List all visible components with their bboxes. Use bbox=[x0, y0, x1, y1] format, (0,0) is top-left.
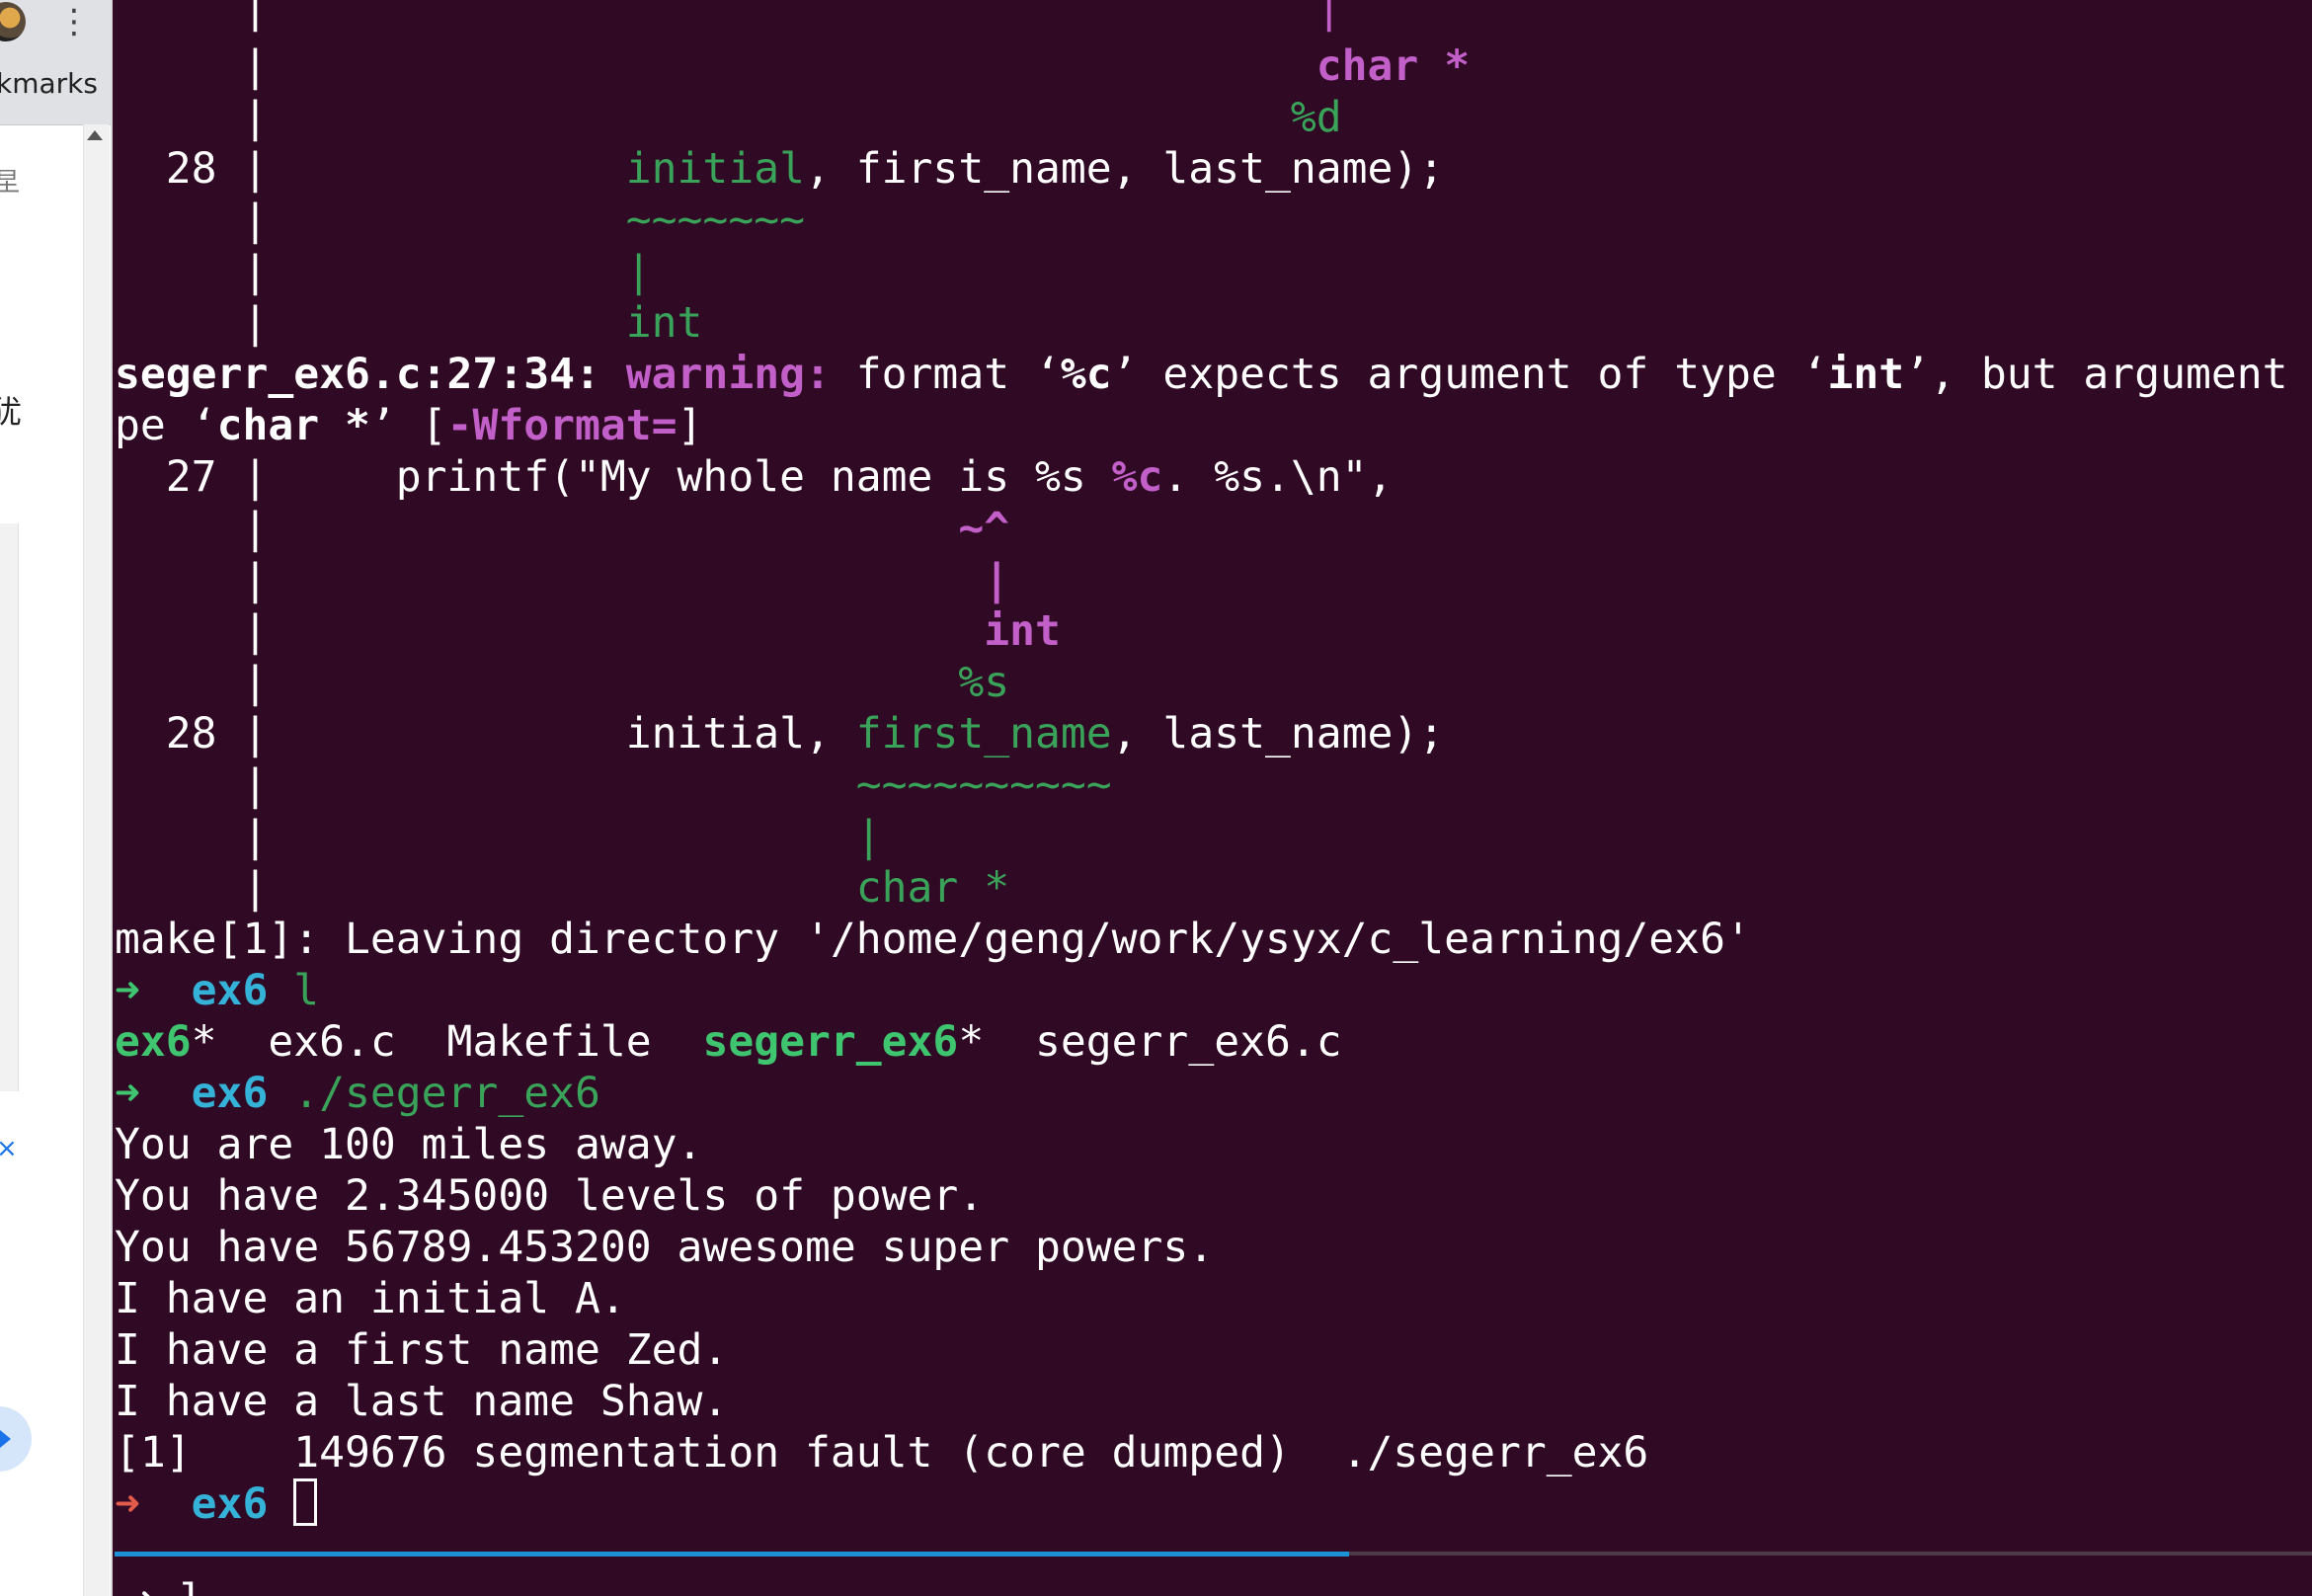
browser-toolbar: ⋮ kmarks bbox=[0, 0, 111, 125]
page-panel bbox=[0, 523, 19, 1091]
floating-action-button[interactable] bbox=[0, 1406, 32, 1472]
prompt-arrow: ➜ bbox=[115, 1069, 192, 1118]
profile-avatar[interactable] bbox=[0, 2, 26, 41]
bookmarks-label[interactable]: kmarks bbox=[0, 67, 98, 100]
shell-prompt-line: ➜ ex6 l bbox=[115, 965, 319, 1016]
terminal-line: | int bbox=[115, 298, 703, 348]
page-text-fragment: 犹 bbox=[0, 393, 23, 431]
text-cursor[interactable] bbox=[293, 1478, 318, 1526]
terminal-line: | | bbox=[115, 247, 652, 296]
kebab-menu-icon[interactable]: ⋮ bbox=[57, 4, 91, 40]
program-output-line: You are 100 miles away. bbox=[115, 1120, 703, 1169]
shell-prompt-line: ➜ ex6 ./segerr_ex6 bbox=[115, 1068, 600, 1119]
terminal-window[interactable]: | | | char * | %d 28 | initial, first_na… bbox=[113, 0, 2312, 1596]
prompt-arrow-error: ➜ bbox=[115, 1479, 192, 1529]
compiler-warning-line: pe ‘char *’ [-Wformat=] bbox=[115, 401, 703, 450]
terminal-line: 27 | printf("My whole name is %s %c. %s.… bbox=[115, 452, 1394, 502]
segfault-message: [1] 149676 segmentation fault (core dump… bbox=[115, 1428, 1649, 1477]
terminal-line: | %s bbox=[115, 658, 1010, 707]
terminal-line: | int bbox=[115, 606, 1061, 656]
terminal-line: | ~^ bbox=[115, 504, 1010, 553]
terminal-line: 28 | initial, first_name, last_name); bbox=[115, 709, 1445, 758]
terminal-line: | char * bbox=[115, 863, 1010, 913]
terminal-line: | | bbox=[115, 812, 882, 861]
lower-pane-text: ➜ l bbox=[128, 1574, 205, 1596]
prompt-directory: ex6 bbox=[191, 1069, 269, 1118]
program-output-line: I have an initial A. bbox=[115, 1274, 626, 1323]
terminal-line: | char * bbox=[115, 41, 1471, 91]
executable-file: ex6 bbox=[115, 1017, 192, 1067]
shell-command: ./segerr_ex6 bbox=[268, 1069, 600, 1118]
terminal-line: | | bbox=[115, 0, 1342, 33]
terminal-line: | ~~~~~~~ bbox=[115, 196, 805, 245]
compiler-warning-line: segerr_ex6.c:27:34: warning: format ‘%c’… bbox=[115, 350, 2288, 399]
executable-file: segerr_ex6 bbox=[702, 1017, 959, 1067]
shell-prompt-line[interactable]: ➜ ex6 bbox=[115, 1478, 318, 1530]
program-output-line: I have a last name Shaw. bbox=[115, 1377, 729, 1426]
scroll-up-arrow-icon[interactable] bbox=[87, 130, 103, 140]
program-output-line: You have 2.345000 levels of power. bbox=[115, 1171, 985, 1221]
close-icon[interactable]: × bbox=[0, 1134, 18, 1163]
terminal-line: | %d bbox=[115, 93, 1342, 142]
browser-sidebar: ⋮ kmarks 圼 犹 × bbox=[0, 0, 113, 1596]
page-text-fragment: 圼 bbox=[0, 168, 21, 198]
prompt-directory: ex6 bbox=[191, 966, 269, 1015]
ls-output-line: ex6* ex6.c Makefile segerr_ex6* segerr_e… bbox=[115, 1017, 1342, 1067]
active-pane-indicator bbox=[115, 1552, 1349, 1556]
terminal-line: make[1]: Leaving directory '/home/geng/w… bbox=[115, 915, 1751, 964]
program-output-line: You have 56789.453200 awesome super powe… bbox=[115, 1223, 1215, 1272]
prompt-directory: ex6 bbox=[191, 1479, 269, 1529]
prompt-arrow: ➜ bbox=[115, 966, 192, 1015]
terminal-line: 28 | initial, first_name, last_name); bbox=[115, 144, 1445, 194]
terminal-line: | ~~~~~~~~~~ bbox=[115, 760, 1112, 810]
terminal-line: | | bbox=[115, 555, 1010, 604]
page-scrollbar[interactable] bbox=[83, 124, 110, 1596]
chevron-right-icon bbox=[0, 1430, 11, 1448]
program-output-line: I have a first name Zed. bbox=[115, 1325, 729, 1375]
shell-command: l bbox=[268, 966, 320, 1015]
